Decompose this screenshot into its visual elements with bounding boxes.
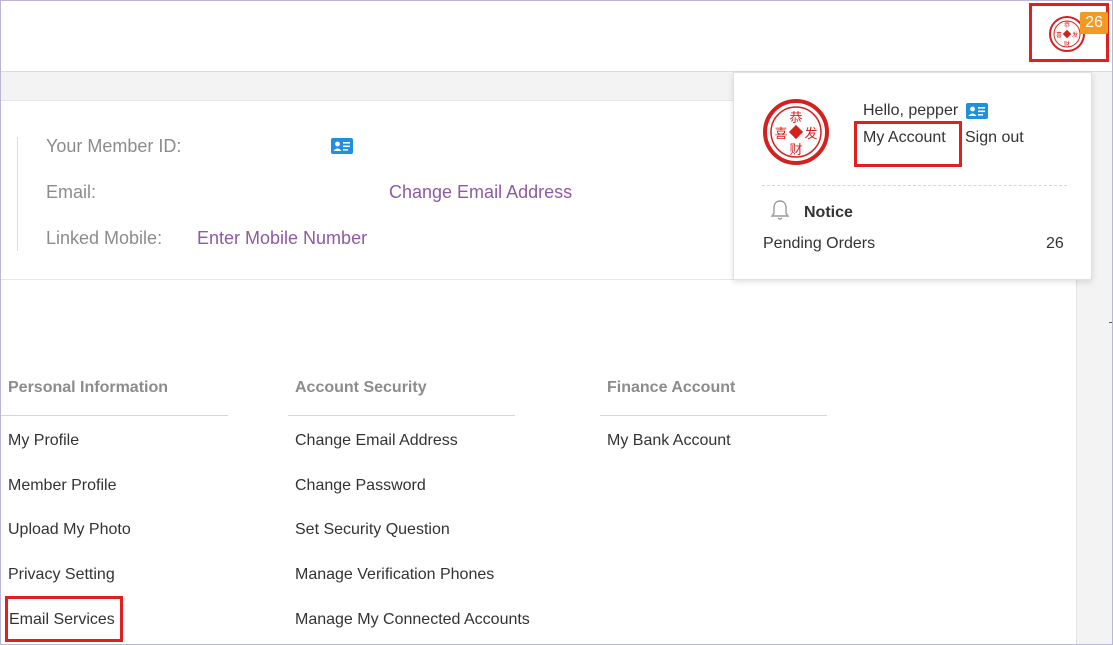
notification-count-badge: 26 <box>1080 12 1108 34</box>
dropdown-divider <box>762 185 1067 186</box>
member-profile-link[interactable]: Member Profile <box>8 477 116 495</box>
id-card-icon <box>331 138 353 154</box>
personal-info-rule <box>1 415 228 416</box>
pending-orders-link[interactable]: Pending Orders <box>763 235 875 253</box>
personal-info-heading: Personal Information <box>8 379 169 396</box>
member-id-label: Your Member ID: <box>46 136 182 156</box>
change-email-address-link[interactable]: Change Email Address <box>295 432 458 450</box>
change-email-link[interactable]: Change Email Address <box>389 182 572 203</box>
account-avatar-button[interactable]: 恭 喜 发 财 26 <box>1029 3 1109 62</box>
notice-title: Notice <box>804 204 853 221</box>
finance-account-heading: Finance Account <box>607 379 736 396</box>
svg-text:发: 发 <box>1072 31 1078 39</box>
account-dropdown: 恭 喜 发 财 Hello, pepper My Account Sign ou… <box>733 72 1092 280</box>
my-account-highlight <box>854 121 962 167</box>
top-bar <box>1 1 1112 72</box>
svg-text:喜: 喜 <box>1056 31 1062 39</box>
security-question-link[interactable]: Set Security Question <box>295 521 450 539</box>
svg-text:恭: 恭 <box>789 111 802 126</box>
upload-photo-link[interactable]: Upload My Photo <box>8 521 131 539</box>
enter-mobile-link[interactable]: Enter Mobile Number <box>197 228 367 249</box>
bell-icon <box>770 200 790 220</box>
svg-text:恭: 恭 <box>1064 22 1070 29</box>
svg-text:财: 财 <box>789 143 802 158</box>
id-card-icon <box>966 103 988 119</box>
account-security-heading: Account Security <box>295 379 427 396</box>
finance-account-rule <box>600 415 827 416</box>
connected-accounts-link[interactable]: Manage My Connected Accounts <box>295 611 530 629</box>
email-services-highlight <box>5 596 123 642</box>
edge-mark <box>1109 322 1112 323</box>
card-divider <box>17 137 18 251</box>
avatar-seal-icon: 恭 喜 发 财 <box>763 99 829 165</box>
svg-text:发: 发 <box>804 126 817 142</box>
svg-text:喜: 喜 <box>774 127 787 142</box>
sign-out-link[interactable]: Sign out <box>965 129 1024 147</box>
privacy-setting-link[interactable]: Privacy Setting <box>8 566 115 584</box>
change-password-link[interactable]: Change Password <box>295 477 426 495</box>
verification-phones-link[interactable]: Manage Verification Phones <box>295 566 494 584</box>
my-profile-link[interactable]: My Profile <box>8 432 79 450</box>
my-bank-account-link[interactable]: My Bank Account <box>607 432 731 450</box>
account-security-rule <box>288 415 515 416</box>
greeting-text: Hello, pepper <box>863 102 959 119</box>
email-label: Email: <box>46 182 97 202</box>
linked-mobile-label: Linked Mobile: <box>46 228 163 248</box>
svg-text:财: 财 <box>1064 40 1070 48</box>
pending-orders-count: 26 <box>1046 235 1064 252</box>
